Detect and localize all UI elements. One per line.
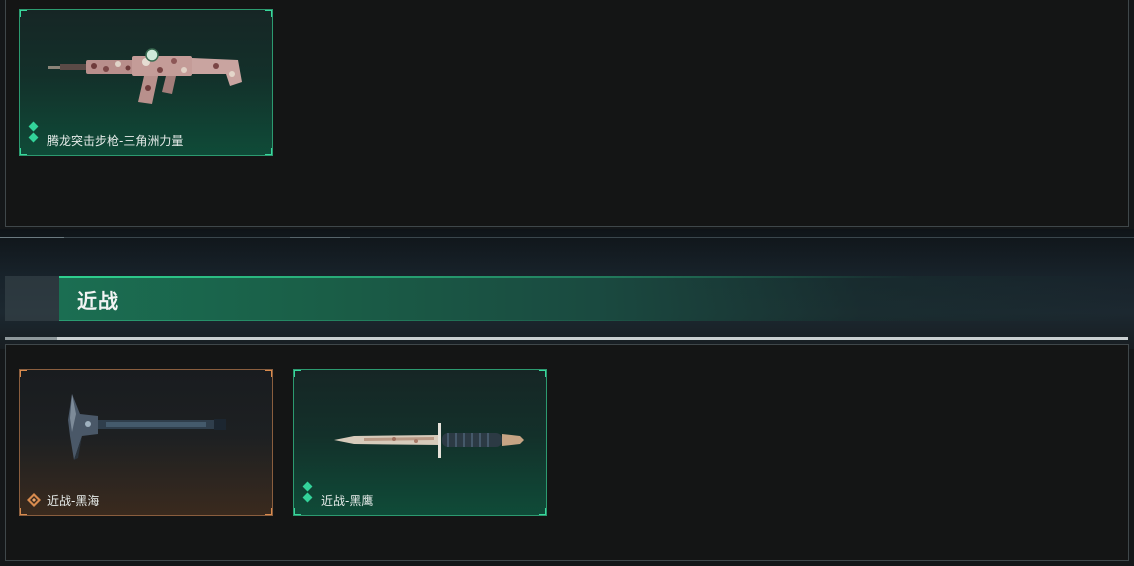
tomahawk-icon [68,394,226,460]
rarity-diamond-icon [302,481,314,505]
item-name: 近战-黑海 [47,494,100,508]
section-header-melee: 近战 [5,276,1129,321]
rarity-orange-icon [27,493,41,507]
weapon-panel: 腾龙突击步枪-三角洲力量 [5,0,1129,227]
combat-knife-icon [334,423,524,458]
assault-rifle-icon [48,48,242,104]
scroll-bar[interactable] [5,337,1128,340]
section-title: 近战 [77,289,119,313]
item-name: 近战-黑鹰 [321,494,374,508]
rarity-diamond-icon [28,121,40,145]
item-card-rifle[interactable]: 腾龙突击步枪-三角洲力量 [19,9,273,156]
item-name: 腾龙突击步枪-三角洲力量 [47,134,184,148]
item-card-tomahawk[interactable]: 近战-黑海 [19,369,273,516]
scroll-thumb[interactable] [5,337,57,340]
divider [0,237,1134,238]
melee-panel: 近战-黑海 近战-黑鹰 [5,344,1129,561]
item-card-knife[interactable]: 近战-黑鹰 [293,369,547,516]
